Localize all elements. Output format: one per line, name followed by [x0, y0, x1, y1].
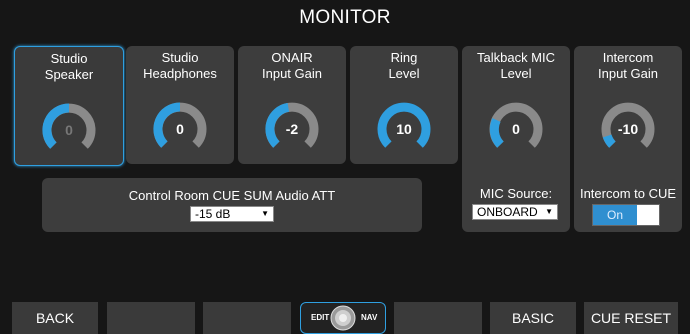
talkback-mic-card[interactable]: Talkback MIC Level 0 MIC Source: ONBOARD… — [462, 46, 570, 232]
studio-speaker-card[interactable]: Studio Speaker 0 — [14, 46, 124, 166]
knob-label: Intercom — [602, 50, 654, 65]
encoder-nav-label: NAV — [361, 313, 378, 322]
intercom-to-cue-toggle[interactable]: On — [592, 204, 660, 226]
studio-speaker-knob[interactable]: 0 — [38, 99, 100, 161]
onair-input-gain-knob[interactable]: -2 — [261, 98, 323, 160]
encoder-edit-label: EDIT — [311, 313, 330, 322]
knob-label: Ring — [390, 50, 418, 65]
knob-value: 0 — [512, 121, 520, 137]
knob-label: Studio — [50, 51, 88, 66]
knob-label: ONAIR — [271, 50, 313, 65]
knob-value: -10 — [617, 121, 639, 137]
dropdown-arrow-icon: ▼ — [261, 209, 269, 218]
knob-label: Input Gain — [598, 66, 658, 81]
knob-label: Speaker — [44, 67, 94, 82]
ring-level-card[interactable]: Ring Level 10 — [350, 46, 458, 164]
mic-source-value: ONBOARD — [477, 205, 538, 219]
mic-source-select[interactable]: ONBOARD ▼ — [472, 204, 558, 220]
soft-button-2[interactable] — [107, 302, 195, 334]
intercom-input-gain-knob[interactable]: -10 — [597, 98, 659, 160]
cue-reset-button[interactable]: CUE RESET — [584, 302, 678, 334]
dropdown-arrow-icon: ▼ — [545, 207, 553, 216]
onair-input-gain-card[interactable]: ONAIR Input Gain -2 — [238, 46, 346, 164]
knob-label: Level — [500, 66, 532, 81]
intercom-to-cue-label: Intercom to CUE — [579, 186, 677, 201]
cue-sum-panel: Control Room CUE SUM Audio ATT -15 dB ▼ — [42, 178, 422, 232]
edit-nav-encoder[interactable]: EDIT NAV — [300, 302, 386, 334]
basic-button[interactable]: BASIC — [490, 302, 576, 334]
knob-label: Level — [388, 66, 420, 81]
studio-headphones-knob[interactable]: 0 — [149, 98, 211, 160]
back-button[interactable]: BACK — [12, 302, 98, 334]
knob-value: -2 — [285, 121, 299, 137]
page-title: MONITOR — [299, 7, 391, 28]
cue-sum-label: Control Room CUE SUM Audio ATT — [128, 188, 336, 203]
knob-label: Talkback MIC — [476, 50, 556, 65]
cue-sum-select[interactable]: -15 dB ▼ — [190, 206, 274, 222]
ring-level-knob[interactable]: 10 — [373, 98, 435, 160]
knob-label: Headphones — [143, 66, 217, 81]
intercom-input-gain-card[interactable]: Intercom Input Gain -10 Intercom to CUE … — [574, 46, 682, 232]
soft-button-3[interactable] — [203, 302, 291, 334]
knob-value: 0 — [176, 121, 184, 137]
knob-label: Input Gain — [262, 66, 322, 81]
knob-label: Studio — [161, 50, 199, 65]
cue-sum-value: -15 dB — [195, 207, 231, 221]
knob-value: 10 — [396, 121, 412, 137]
talkback-mic-level-knob[interactable]: 0 — [485, 98, 547, 160]
soft-button-5[interactable] — [394, 302, 482, 334]
studio-headphones-card[interactable]: Studio Headphones 0 — [126, 46, 234, 164]
toggle-on-label: On — [593, 205, 637, 225]
mic-source-label: MIC Source: — [479, 186, 553, 201]
knob-value: 0 — [65, 122, 73, 138]
encoder-knob-icon — [330, 305, 356, 331]
